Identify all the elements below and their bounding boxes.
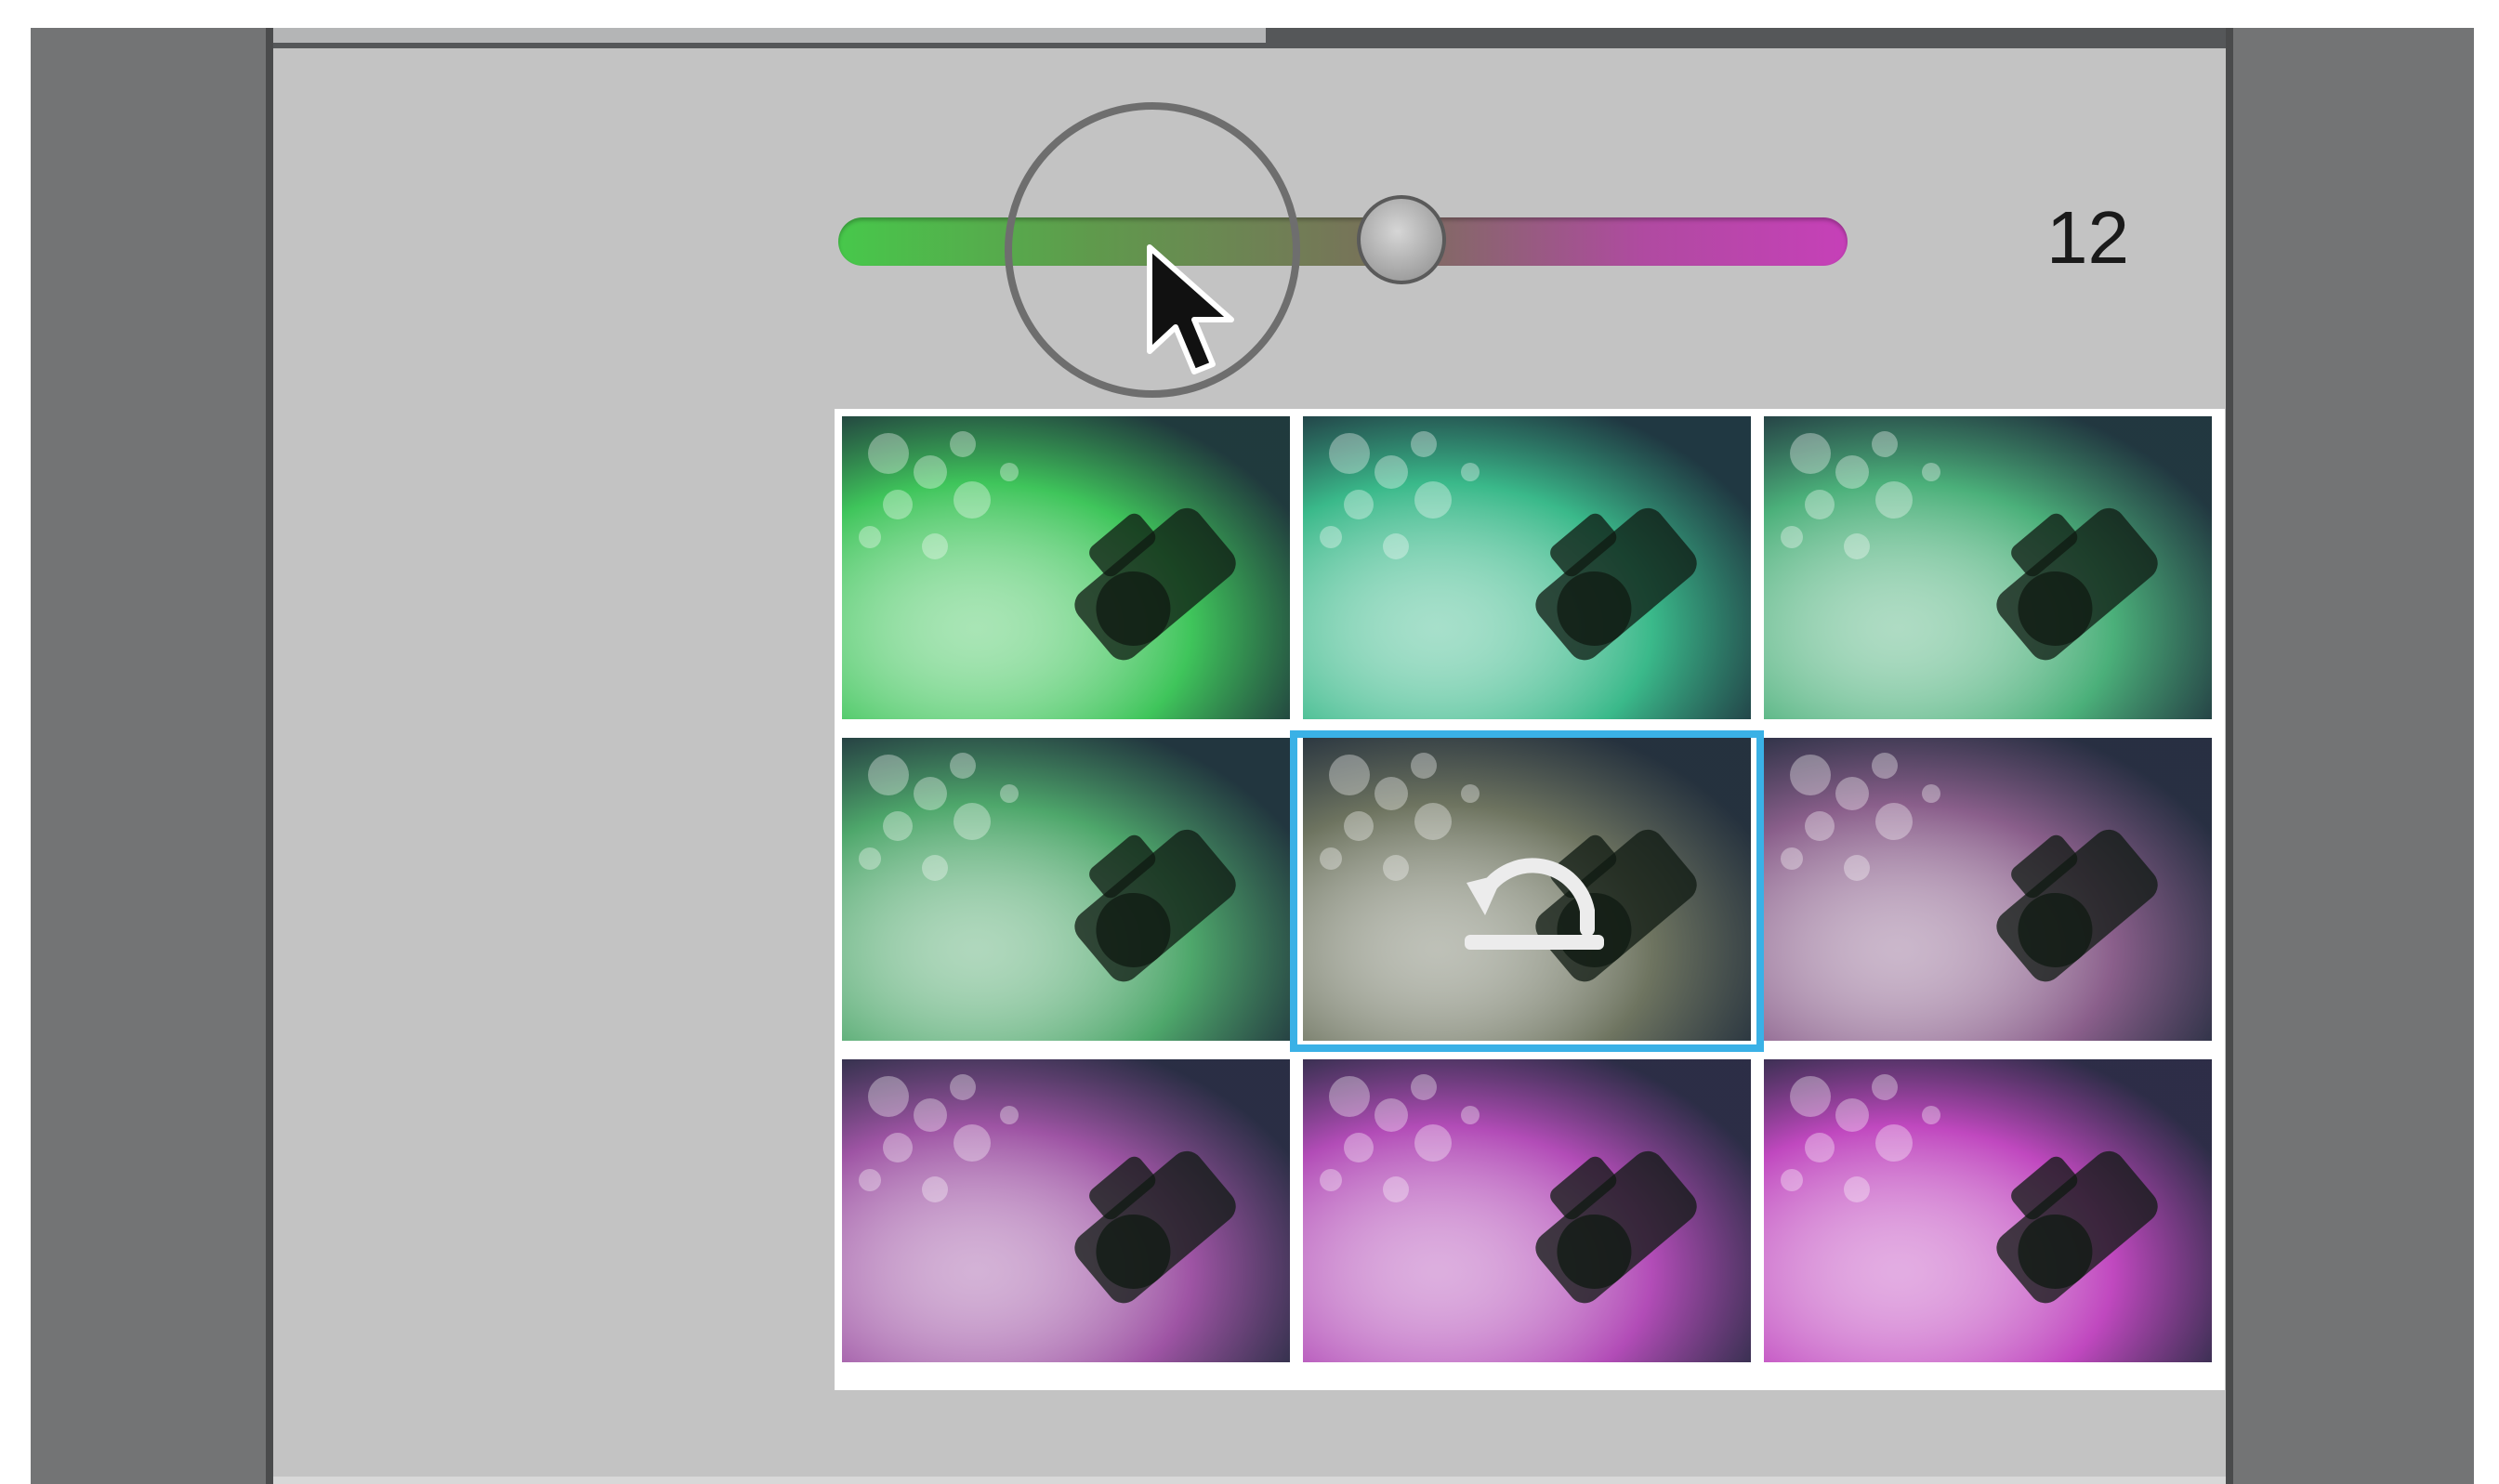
slider-thumb[interactable] — [1357, 195, 1446, 284]
variation-thumbnail[interactable] — [1764, 416, 2212, 719]
mouse-cursor-icon — [1147, 244, 1234, 374]
variation-thumbnail[interactable] — [842, 416, 1290, 719]
panel-tab-indicator — [273, 28, 1266, 43]
slider-value: 12 — [2046, 196, 2129, 279]
panel-top-bar — [273, 28, 2226, 48]
panel-bottom-edge — [273, 1477, 2226, 1484]
variation-thumbnail[interactable] — [1764, 738, 2212, 1041]
variation-grid — [835, 409, 2225, 1390]
reset-icon[interactable] — [1448, 836, 1615, 966]
variation-thumbnail[interactable] — [842, 738, 1290, 1041]
variation-thumbnail[interactable] — [842, 1059, 1290, 1362]
window-frame: 12 — [31, 28, 2474, 1484]
slider-track[interactable] — [838, 217, 1848, 266]
variation-thumbnail[interactable] — [1303, 416, 1751, 719]
variation-thumbnail[interactable] — [1303, 1059, 1751, 1362]
variation-thumbnail[interactable] — [1764, 1059, 2212, 1362]
tint-slider[interactable] — [838, 195, 1848, 284]
